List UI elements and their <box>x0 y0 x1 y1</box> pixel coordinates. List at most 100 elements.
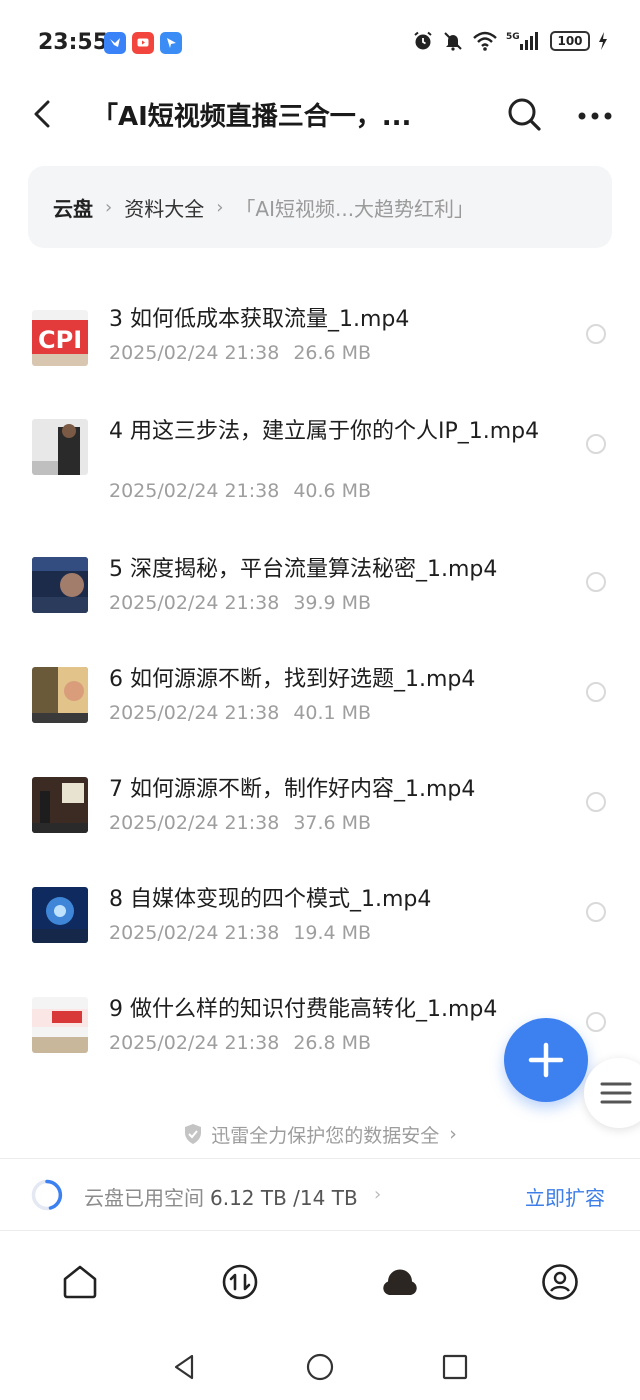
file-name: 3 如何低成本获取流量_1.mp4 <box>109 307 410 332</box>
mute-bell-icon <box>444 32 462 51</box>
file-size: 26.6 MB <box>293 342 372 364</box>
tab-profile[interactable] <box>540 1262 580 1302</box>
system-back-button[interactable] <box>170 1352 200 1382</box>
signal-5g-icon: 5G <box>506 32 538 50</box>
storage-label: 云盘已用空间 <box>84 1186 204 1210</box>
file-name: 8 自媒体变现的四个模式_1.mp4 <box>109 887 432 912</box>
list-item[interactable]: CPI 3 如何低成本获取流量_1.mp4 2025/02/24 21:38 26… <box>0 290 640 386</box>
file-meta: 2025/02/24 21:38 26.6 MB <box>109 342 371 364</box>
list-item[interactable]: 6 如何源源不断，找到好选题_1.mp4 2025/02/24 21:38 40.… <box>0 650 640 746</box>
storage-bar[interactable]: 云盘已用空间 6.12 TB /14 TB › 立即扩容 <box>0 1160 640 1228</box>
select-radio[interactable] <box>586 902 606 922</box>
video-app-icon <box>132 32 154 54</box>
file-name: 6 如何源源不断，找到好选题_1.mp4 <box>109 667 476 692</box>
search-icon <box>508 98 541 131</box>
dingtalk-app-icon <box>160 32 182 54</box>
cloud-icon <box>383 1269 417 1295</box>
file-name: 5 深度揭秘，平台流量算法秘密_1.mp4 <box>109 557 498 582</box>
file-date: 2025/02/24 21:38 <box>109 592 280 614</box>
tab-home[interactable] <box>60 1262 100 1302</box>
tab-cloud[interactable] <box>380 1262 420 1302</box>
select-radio[interactable] <box>586 434 606 454</box>
chevron-right-icon: › <box>105 196 113 218</box>
file-name: 9 做什么样的知识付费能高转化_1.mp4 <box>109 997 498 1022</box>
video-thumbnail: CPI <box>32 310 88 366</box>
charging-icon <box>599 32 607 50</box>
video-thumbnail <box>32 887 88 943</box>
breadcrumb: 云盘 › 资料大全 › 「AI短视频...大趋势红利」 <box>28 166 612 248</box>
file-size: 26.8 MB <box>293 1032 372 1054</box>
file-meta: 2025/02/24 21:38 39.9 MB <box>109 592 371 614</box>
wifi-icon <box>473 31 497 51</box>
list-item[interactable]: 4 用这三步法，建立属于你的个人IP_1.mp4 2025/02/24 21:3… <box>0 402 640 522</box>
security-notice-text: 迅雷全力保护您的数据安全 <box>211 1124 440 1147</box>
system-home-button[interactable] <box>305 1352 335 1382</box>
home-icon <box>63 1265 97 1299</box>
chevron-right-icon: › <box>374 1184 382 1205</box>
file-meta: 2025/02/24 21:38 40.1 MB <box>109 702 371 724</box>
breadcrumb-parent[interactable]: 资料大全 <box>124 193 204 222</box>
transfer-icon <box>222 1264 258 1300</box>
storage-text: 云盘已用空间 6.12 TB /14 TB <box>84 1182 358 1211</box>
square-recents-icon <box>442 1354 468 1380</box>
battery-indicator: 100 <box>550 31 590 51</box>
more-button[interactable] <box>574 94 616 134</box>
system-nav-bar <box>0 1340 640 1396</box>
page-title: 「AI短视频直播三合一，... <box>92 102 412 132</box>
security-notice[interactable]: 迅雷全力保护您的数据安全 › <box>0 1120 640 1148</box>
triangle-back-icon <box>174 1354 194 1380</box>
add-button[interactable] <box>504 1018 588 1102</box>
circle-home-icon <box>306 1353 334 1381</box>
file-date: 2025/02/24 21:38 <box>109 922 280 944</box>
breadcrumb-root[interactable]: 云盘 <box>53 193 93 222</box>
bottom-nav <box>0 1232 640 1332</box>
video-thumbnail <box>32 419 88 475</box>
file-date: 2025/02/24 21:38 <box>109 1032 280 1054</box>
search-button[interactable] <box>504 94 544 134</box>
svg-text:CPI: CPI <box>38 326 82 354</box>
file-date: 2025/02/24 21:38 <box>109 702 280 724</box>
tab-transfer[interactable] <box>220 1262 260 1302</box>
side-menu-handle[interactable] <box>584 1058 640 1128</box>
status-bar: 23:55 5G 100 <box>0 0 640 88</box>
back-button[interactable] <box>24 94 64 134</box>
alarm-icon <box>414 31 432 50</box>
cloud-drive-folder-screen: 23:55 5G 100 「AI短视频直播三合一，... 云盘 › 资料大全 ›… <box>0 0 640 1400</box>
expand-storage-link[interactable]: 立即扩容 <box>525 1182 605 1211</box>
file-meta: 2025/02/24 21:38 40.6 MB <box>109 480 371 502</box>
profile-icon <box>542 1264 578 1300</box>
svg-text:5G: 5G <box>506 32 520 42</box>
select-radio[interactable] <box>586 792 606 812</box>
chevron-left-icon <box>34 100 50 128</box>
select-radio[interactable] <box>586 682 606 702</box>
notification-app-icons <box>104 32 182 54</box>
system-recents-button[interactable] <box>440 1352 470 1382</box>
storage-used: 6.12 TB /14 TB <box>210 1186 358 1210</box>
file-date: 2025/02/24 21:38 <box>109 342 280 364</box>
file-size: 40.6 MB <box>293 480 372 502</box>
divider <box>0 1230 640 1231</box>
status-time: 23:55 <box>38 30 109 55</box>
file-size: 19.4 MB <box>293 922 372 944</box>
file-size: 40.1 MB <box>293 702 372 724</box>
select-radio[interactable] <box>586 1012 606 1032</box>
video-thumbnail <box>32 667 88 723</box>
breadcrumb-current: 「AI短视频...大趋势红利」 <box>235 196 475 221</box>
list-item[interactable]: 8 自媒体变现的四个模式_1.mp4 2025/02/24 21:38 19.4 … <box>0 870 640 966</box>
file-date: 2025/02/24 21:38 <box>109 480 280 502</box>
file-size: 37.6 MB <box>293 812 372 834</box>
list-item[interactable]: 5 深度揭秘，平台流量算法秘密_1.mp4 2025/02/24 21:38 39… <box>0 540 640 636</box>
video-thumbnail <box>32 777 88 833</box>
status-icons: 5G 100 <box>412 30 608 52</box>
list-item[interactable]: 7 如何源源不断，制作好内容_1.mp4 2025/02/24 21:38 37.… <box>0 760 640 856</box>
header: 「AI短视频直播三合一，... <box>0 88 640 144</box>
menu-icon <box>600 1082 632 1104</box>
select-radio[interactable] <box>586 324 606 344</box>
file-name: 4 用这三步法，建立属于你的个人IP_1.mp4 <box>109 419 540 444</box>
divider <box>0 1158 640 1159</box>
video-thumbnail <box>32 997 88 1053</box>
more-icon <box>578 112 612 120</box>
plus-icon <box>528 1042 564 1078</box>
select-radio[interactable] <box>586 572 606 592</box>
chevron-right-icon: › <box>216 196 224 218</box>
